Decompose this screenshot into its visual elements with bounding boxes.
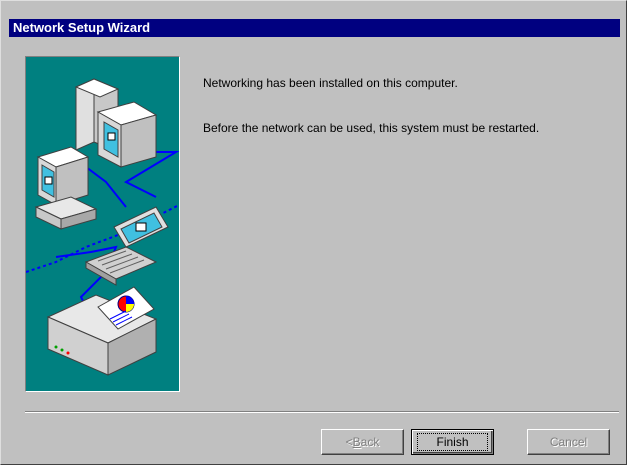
- finish-button-label: Finish: [417, 433, 488, 451]
- network-illustration-icon: [26, 78, 179, 376]
- back-button-accel: B: [352, 435, 361, 449]
- title-bar[interactable]: Network Setup Wizard: [9, 19, 620, 37]
- separator-line: [25, 411, 619, 413]
- back-button-rest: ack: [360, 435, 380, 449]
- cancel-button-label: Cancel: [549, 435, 588, 449]
- back-button[interactable]: < Back: [321, 429, 404, 455]
- restart-message: Before the network can be used, this sys…: [203, 121, 540, 135]
- finish-button[interactable]: Finish: [411, 429, 494, 455]
- installed-message: Networking has been installed on this co…: [203, 76, 458, 90]
- cancel-button[interactable]: Cancel: [527, 429, 610, 455]
- back-button-prefix: <: [345, 435, 353, 449]
- network-illustration: [25, 56, 180, 392]
- window-title: Network Setup Wizard: [13, 20, 151, 35]
- wizard-window: Network Setup Wizard Networking has been…: [0, 0, 627, 465]
